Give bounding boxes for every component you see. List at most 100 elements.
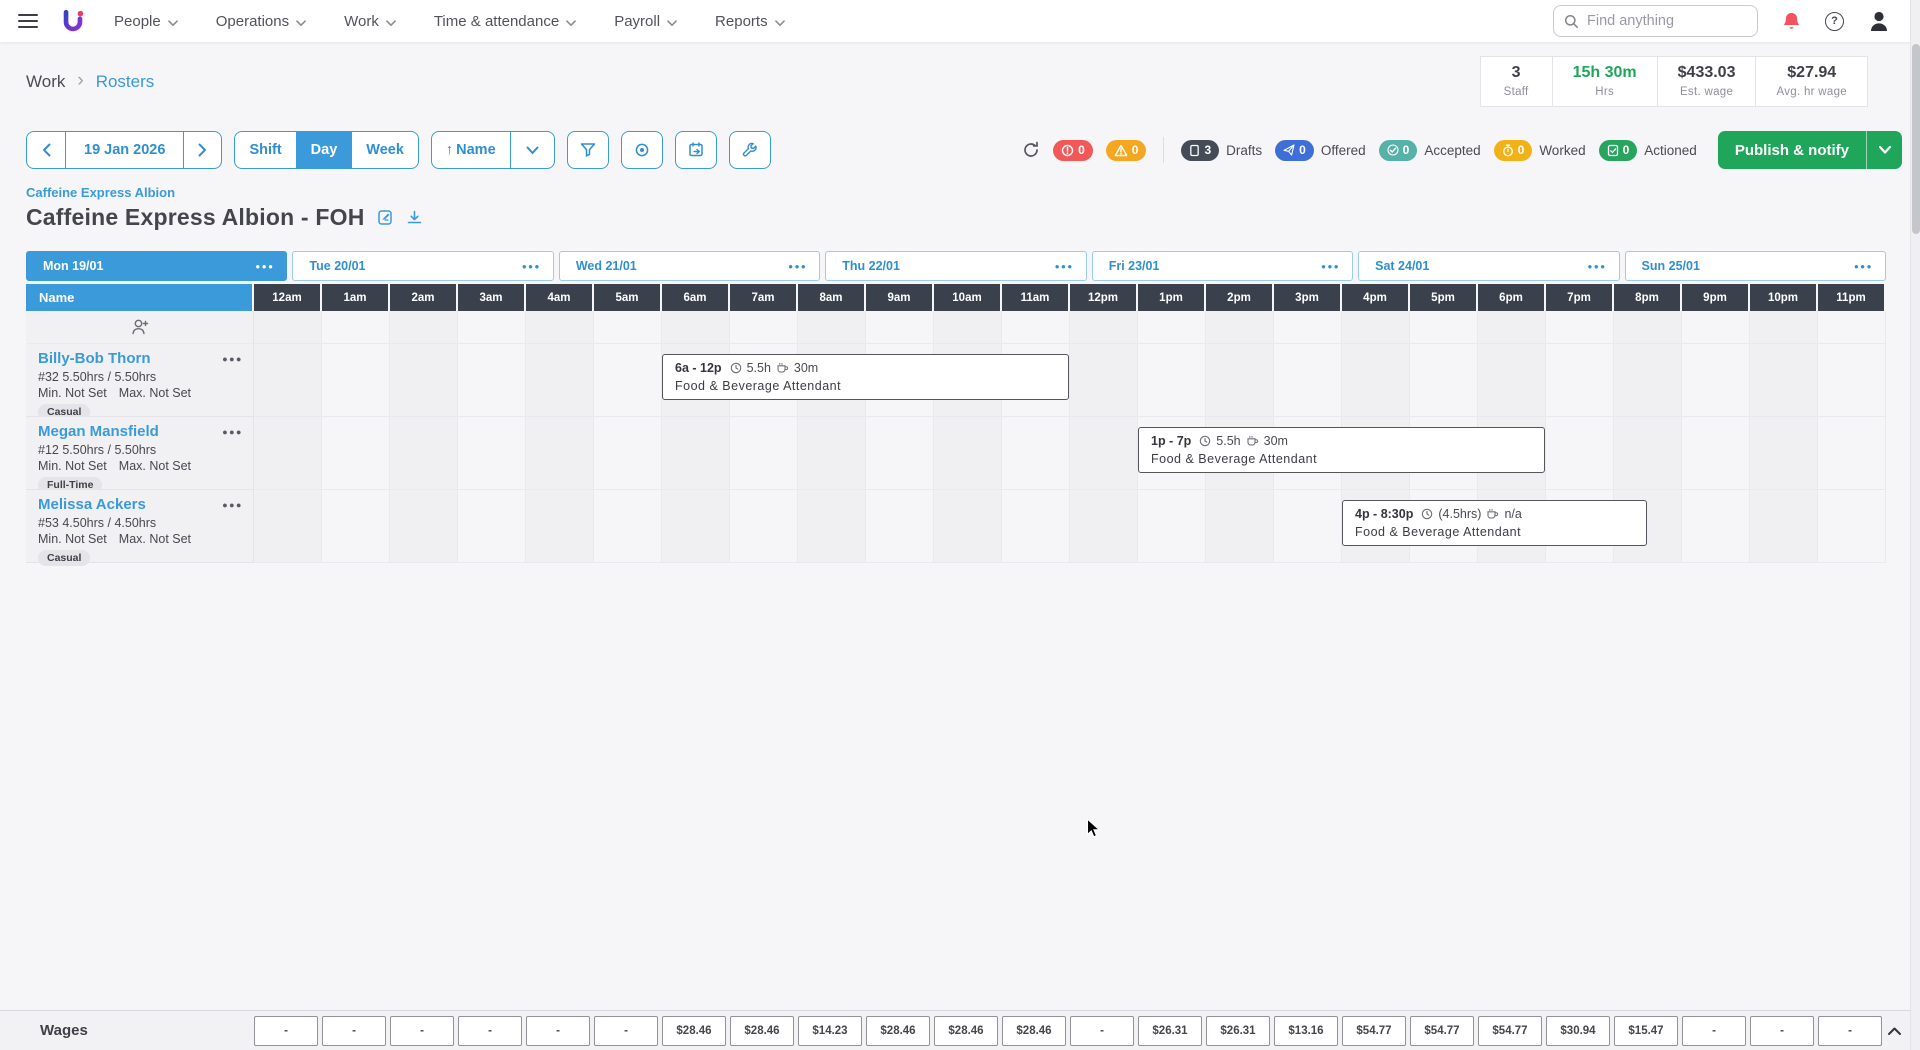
grid-cell[interactable] [1070,490,1138,563]
grid-cell[interactable] [934,490,1002,563]
app-logo[interactable] [60,8,86,35]
grid-cell[interactable] [1478,344,1546,417]
breadcrumb-work[interactable]: Work [26,72,65,92]
nav-item-reports[interactable]: Reports [715,12,785,31]
day-more-options-icon[interactable]: ●●● [1854,262,1873,271]
day-tab-sun-25-01[interactable]: Sun 25/01●●● [1625,251,1886,281]
day-tab-fri-23-01[interactable]: Fri 23/01●●● [1092,251,1353,281]
add-person-icon[interactable] [130,318,150,336]
grid-cell[interactable] [1682,344,1750,417]
grid-cell[interactable] [594,490,662,563]
errors-badge[interactable]: 0 [1053,140,1093,161]
grid-cell[interactable] [1410,344,1478,417]
grid-cell[interactable] [390,417,458,490]
grid-cell[interactable] [254,417,322,490]
search-input[interactable] [1587,13,1747,29]
copy-roster-button[interactable] [675,131,717,169]
day-more-options-icon[interactable]: ●●● [788,262,807,271]
shift-card[interactable]: 6a - 12p5.5h30mFood & Beverage Attendant [662,354,1069,400]
grid-cell[interactable] [322,490,390,563]
grid-cell[interactable] [798,417,866,490]
worked-badge[interactable]: 0 [1494,140,1533,161]
location-link[interactable]: Caffeine Express Albion [26,185,1894,200]
actioned-badge[interactable]: 0 [1599,140,1638,161]
drafts-badge[interactable]: 3 [1181,140,1219,161]
grid-cell[interactable] [1206,490,1274,563]
grid-cell[interactable] [322,344,390,417]
shift-card[interactable]: 4p - 8:30p(4.5hrs)n/aFood & Beverage Att… [1342,500,1647,546]
grid-cell[interactable] [1070,344,1138,417]
grid-cell[interactable] [1070,417,1138,490]
staff-more-options-icon[interactable]: ●●● [222,354,243,364]
grid-cell[interactable] [1818,417,1886,490]
accepted-badge[interactable]: 0 [1379,140,1418,161]
day-tab-thu-22-01[interactable]: Thu 22/01●●● [825,251,1086,281]
nav-item-payroll[interactable]: Payroll [614,12,677,31]
nav-item-work[interactable]: Work [344,12,396,31]
sort-dropdown-button[interactable] [510,132,554,168]
grid-cell[interactable] [526,490,594,563]
grid-cell[interactable] [1750,417,1818,490]
grid-cell[interactable] [1614,344,1682,417]
view-week-button[interactable]: Week [351,132,418,168]
staff-more-options-icon[interactable]: ●●● [222,427,243,437]
edit-roster-icon[interactable] [377,209,394,226]
grid-cell[interactable] [526,417,594,490]
grid-cell[interactable] [1546,417,1614,490]
grid-cell[interactable] [730,417,798,490]
download-icon[interactable] [406,209,423,226]
grid-cell[interactable] [1138,490,1206,563]
grid-cell[interactable] [594,344,662,417]
notifications-bell-icon[interactable] [1782,11,1801,32]
tools-button[interactable] [729,131,771,169]
grid-cell[interactable] [458,490,526,563]
grid-cell[interactable] [1342,344,1410,417]
grid-cell[interactable] [526,344,594,417]
grid-cell[interactable] [1274,490,1342,563]
next-day-button[interactable] [183,132,221,168]
offered-badge[interactable]: 0 [1275,140,1314,161]
refresh-icon[interactable] [1022,141,1040,159]
global-search[interactable] [1553,5,1758,37]
user-avatar[interactable] [1868,10,1890,33]
publish-notify-button[interactable]: Publish & notify [1718,131,1902,169]
grid-cell[interactable] [866,490,934,563]
shift-card[interactable]: 1p - 7p5.5h30mFood & Beverage Attendant [1138,427,1545,473]
view-shift-button[interactable]: Shift [235,132,295,168]
grid-cell[interactable] [1750,344,1818,417]
grid-cell[interactable] [662,490,730,563]
staff-name-link[interactable]: Melissa Ackers [38,496,146,513]
grid-cell[interactable] [798,490,866,563]
grid-cell[interactable] [1614,417,1682,490]
day-more-options-icon[interactable]: ●●● [1588,262,1607,271]
grid-cell[interactable] [662,417,730,490]
scrollbar-thumb[interactable] [1912,44,1920,234]
nav-item-time-attendance[interactable]: Time & attendance [434,12,576,31]
day-more-options-icon[interactable]: ●●● [255,262,274,271]
staff-more-options-icon[interactable]: ●●● [222,500,243,510]
grid-cell[interactable] [1274,344,1342,417]
day-more-options-icon[interactable]: ●●● [522,262,541,271]
breadcrumb-rosters[interactable]: Rosters [96,72,155,92]
grid-cell[interactable] [1002,490,1070,563]
grid-cell[interactable] [1138,344,1206,417]
grid-cell[interactable] [1546,344,1614,417]
hamburger-menu-icon[interactable] [18,14,38,28]
grid-cell[interactable] [934,417,1002,490]
view-day-button[interactable]: Day [296,132,352,168]
day-tab-sat-24-01[interactable]: Sat 24/01●●● [1358,251,1619,281]
grid-cell[interactable] [390,490,458,563]
publish-dropdown-button[interactable] [1866,131,1902,169]
grid-cell[interactable] [1002,417,1070,490]
grid-cell[interactable] [458,344,526,417]
day-more-options-icon[interactable]: ●●● [1055,262,1074,271]
view-options-button[interactable] [621,131,663,169]
grid-cell[interactable] [1818,344,1886,417]
grid-cell[interactable] [730,490,798,563]
grid-cell[interactable] [322,417,390,490]
grid-cell[interactable] [1682,417,1750,490]
staff-name-link[interactable]: Billy-Bob Thorn [38,350,151,367]
grid-cell[interactable] [1682,490,1750,563]
filter-button[interactable] [567,131,609,169]
grid-cell[interactable] [458,417,526,490]
